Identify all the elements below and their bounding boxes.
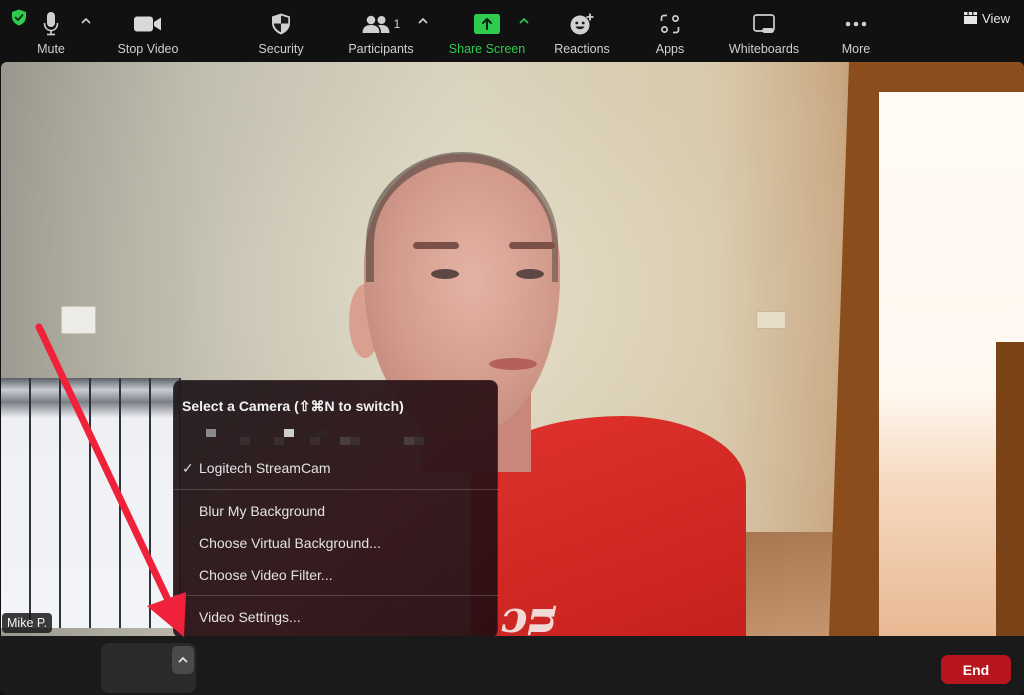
video-settings-option[interactable]: Video Settings... <box>199 609 301 625</box>
more-label: More <box>841 42 871 56</box>
view-grid-icon <box>964 12 978 24</box>
share-screen-button[interactable]: Share Screen <box>444 0 530 59</box>
stop-video-label: Stop Video <box>117 42 179 56</box>
apps-label: Apps <box>655 42 685 56</box>
radiator <box>1 378 181 628</box>
whiteboards-button[interactable]: Whiteboards <box>722 0 806 59</box>
whiteboards-label: Whiteboards <box>728 42 800 56</box>
self-video-feed[interactable]: ɔᴝ <box>1 62 1024 636</box>
reactions-emoji-icon <box>570 13 594 35</box>
encryption-shield-icon[interactable] <box>11 9 27 26</box>
video-filter-option[interactable]: Choose Video Filter... <box>199 567 333 583</box>
chevron-up-icon <box>81 18 91 24</box>
audio-options-caret[interactable] <box>79 14 93 28</box>
chevron-up-icon <box>519 18 529 24</box>
share-screen-icon <box>474 14 500 34</box>
participants-button[interactable]: 1 Participants <box>340 0 422 59</box>
apps-icon <box>660 14 680 34</box>
apps-button[interactable]: Apps <box>648 0 692 59</box>
blur-background-option[interactable]: Blur My Background <box>199 503 325 519</box>
eyebrow <box>509 242 555 249</box>
pixelated-camera-option[interactable] <box>204 429 464 449</box>
view-button[interactable]: View <box>964 8 1010 28</box>
share-options-caret[interactable] <box>517 14 531 28</box>
end-meeting-button[interactable]: End <box>941 655 1011 684</box>
participants-options-caret[interactable] <box>416 14 430 28</box>
whiteboard-icon <box>753 14 775 33</box>
menu-divider <box>174 489 499 490</box>
stop-video-button[interactable]: Stop Video <box>108 0 188 59</box>
camera-menu-title: Select a Camera (⇧⌘N to switch) <box>182 398 404 414</box>
share-screen-label: Share Screen <box>448 42 526 56</box>
security-button[interactable]: Security <box>250 0 312 59</box>
participants-icon <box>362 15 390 33</box>
virtual-background-option[interactable]: Choose Virtual Background... <box>199 535 381 551</box>
eyebrow <box>413 242 459 249</box>
eye <box>516 269 544 279</box>
security-shield-icon <box>272 13 290 35</box>
participants-label: Participants <box>348 42 414 56</box>
menu-divider <box>174 595 499 596</box>
view-label: View <box>982 10 1010 26</box>
participants-count: 1 <box>393 17 401 31</box>
more-button[interactable]: More <box>836 0 876 59</box>
video-camera-icon <box>134 16 161 32</box>
security-label: Security <box>258 42 304 56</box>
door-edge <box>996 342 1024 636</box>
shirt-print: ɔᴝ <box>501 592 557 636</box>
participant-name-tag: Mike P. <box>2 613 53 633</box>
mouth <box>489 358 537 370</box>
mute-button[interactable]: Mute <box>30 0 72 59</box>
light-switch <box>61 306 96 334</box>
more-dots-icon <box>845 21 867 27</box>
camera-menu: Select a Camera (⇧⌘N to switch) ✓ Logitec… <box>173 380 499 638</box>
chevron-up-icon <box>178 657 188 663</box>
eye <box>431 269 459 279</box>
checkmark-icon: ✓ <box>182 460 194 476</box>
camera-option-label: Logitech StreamCam <box>199 460 331 476</box>
reactions-label: Reactions <box>554 42 610 56</box>
chevron-up-icon <box>418 18 428 24</box>
video-options-caret[interactable] <box>172 646 194 674</box>
mute-label: Mute <box>37 42 65 56</box>
light-switch <box>756 311 786 329</box>
reactions-button[interactable]: Reactions <box>550 0 614 59</box>
microphone-icon <box>43 12 59 36</box>
camera-option-logitech-streamcam[interactable]: ✓ Logitech StreamCam <box>182 460 331 477</box>
